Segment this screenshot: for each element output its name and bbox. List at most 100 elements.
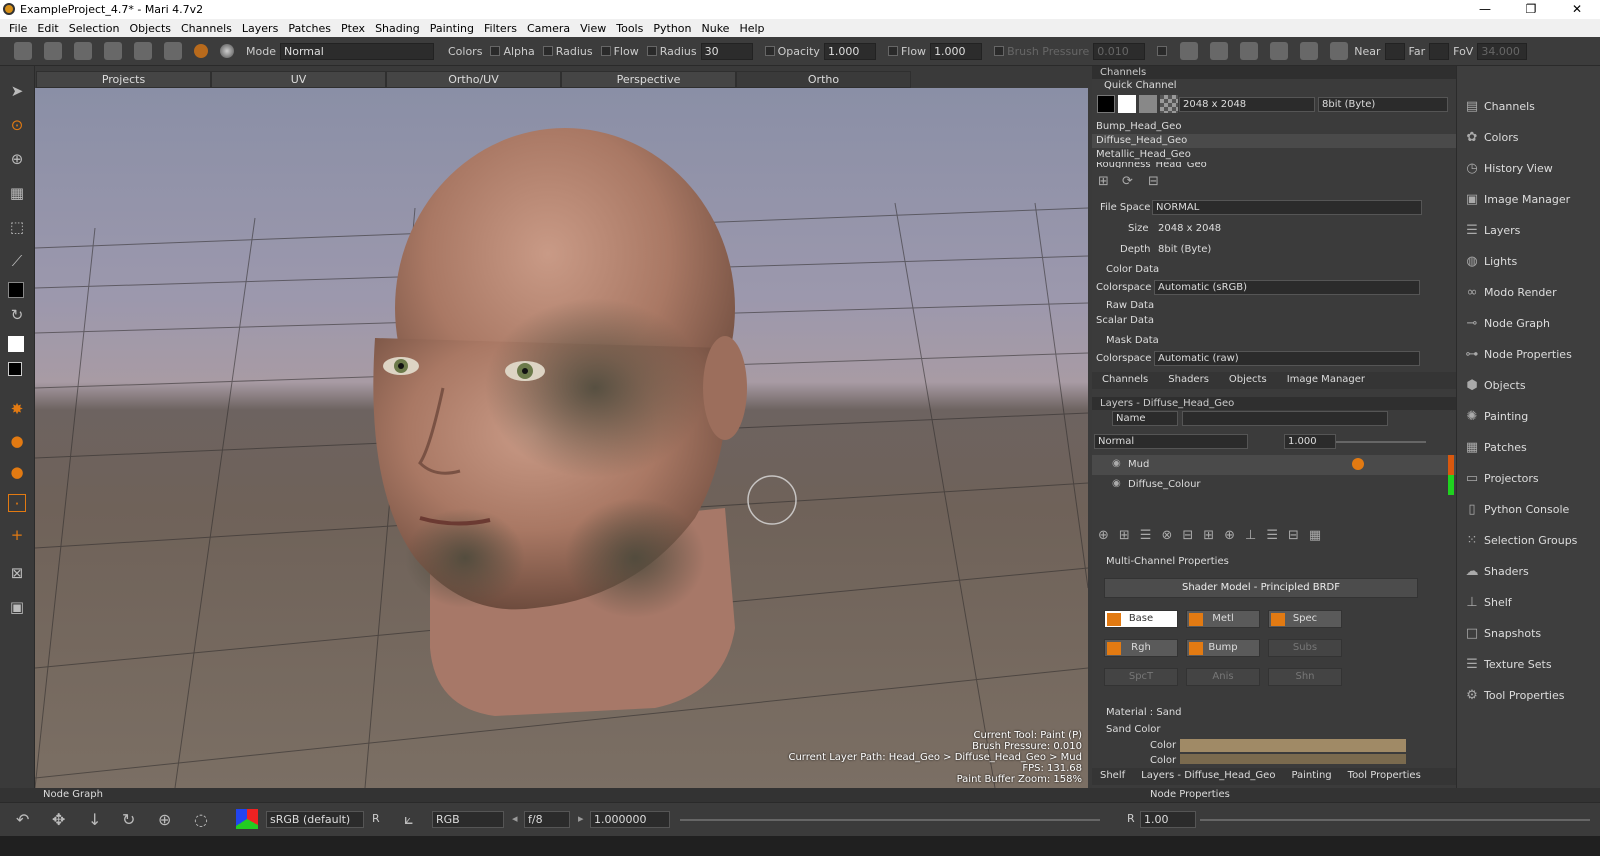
- save-icon[interactable]: [74, 42, 92, 60]
- frame-icon[interactable]: ⊠: [8, 564, 26, 582]
- tab-image-manager[interactable]: Image Manager: [1277, 372, 1375, 389]
- gamma-input[interactable]: 1.00: [1140, 811, 1196, 828]
- near-input[interactable]: [1384, 42, 1405, 60]
- projector-icon[interactable]: [1300, 42, 1319, 60]
- menu-camera[interactable]: Camera: [522, 22, 575, 35]
- mask-colorspace-dropdown[interactable]: Automatic (raw): [1154, 351, 1420, 366]
- tab-uv[interactable]: UV: [211, 71, 386, 88]
- maximize-button[interactable]: ❐: [1508, 0, 1554, 19]
- mirror-icon[interactable]: [1180, 42, 1199, 60]
- menu-help[interactable]: Help: [734, 22, 769, 35]
- paint-icon[interactable]: ⊙: [8, 116, 26, 134]
- paint-tool-icon[interactable]: [194, 44, 208, 58]
- quick-channel-header[interactable]: Quick Channel: [1092, 79, 1456, 93]
- palette-snapshots[interactable]: □ Snapshots: [1457, 619, 1600, 649]
- clone-icon[interactable]: ●: [8, 432, 26, 450]
- anis-channel-button[interactable]: Anis: [1186, 668, 1260, 686]
- layer-item-mud[interactable]: Mud: [1092, 455, 1456, 475]
- base-channel-button[interactable]: Base: [1104, 610, 1178, 628]
- move-icon[interactable]: ✥: [52, 810, 65, 829]
- layer-name-filter-dropdown[interactable]: Name: [1112, 411, 1178, 426]
- refresh-channel-icon[interactable]: ⟳: [1122, 174, 1138, 190]
- menu-patches[interactable]: Patches: [283, 22, 336, 35]
- sphere-icon[interactable]: ●: [8, 463, 26, 481]
- lasso-icon[interactable]: ◌: [194, 810, 208, 829]
- palette-layers[interactable]: ☰ Layers: [1457, 216, 1600, 246]
- fov-input[interactable]: 34.000: [1477, 42, 1528, 60]
- export-icon[interactable]: [134, 42, 152, 60]
- flow-checkbox[interactable]: [646, 46, 657, 56]
- pressure-option-checkbox[interactable]: [1157, 46, 1168, 56]
- gamma-reset-button[interactable]: R: [1127, 812, 1135, 825]
- far-input[interactable]: [1429, 42, 1450, 60]
- menu-objects[interactable]: Objects: [124, 22, 176, 35]
- palette-selection-groups[interactable]: ⁙ Selection Groups: [1457, 526, 1600, 556]
- palette-painting[interactable]: ✺ Painting: [1457, 402, 1600, 432]
- swap-colors-icon[interactable]: ↻: [8, 306, 26, 324]
- pivot-icon[interactable]: +: [8, 526, 26, 544]
- viewer-colorspace-dropdown[interactable]: sRGB (default): [266, 811, 364, 828]
- menu-filters[interactable]: Filters: [479, 22, 522, 35]
- palette-objects[interactable]: ⬢ Objects: [1457, 371, 1600, 401]
- light-icon[interactable]: [1330, 42, 1349, 60]
- opacity-input[interactable]: 1.000: [823, 42, 876, 60]
- color-wheel-icon[interactable]: [236, 809, 258, 829]
- brush-pressure-input[interactable]: 0.010: [1093, 42, 1146, 60]
- colorspace-reset-button[interactable]: R: [372, 812, 380, 825]
- layer-opacity-slider[interactable]: [1336, 441, 1426, 443]
- add-channel-icon[interactable]: ⊞: [1098, 174, 1114, 190]
- sand-color-swatch-2[interactable]: [1180, 754, 1406, 764]
- spct-channel-button[interactable]: SpcT: [1104, 668, 1178, 686]
- palette-texture-sets[interactable]: ☰ Texture Sets: [1457, 650, 1600, 680]
- new-project-icon[interactable]: [14, 42, 32, 60]
- channel-item-bump[interactable]: Bump_Head_Geo: [1092, 120, 1456, 134]
- white-swatch[interactable]: [1118, 95, 1136, 113]
- background-color-swatch[interactable]: [8, 336, 24, 352]
- sand-color-header[interactable]: Sand Color: [1092, 723, 1456, 737]
- palette-node-graph[interactable]: ⊸ Node Graph: [1457, 309, 1600, 339]
- rgh-channel-button[interactable]: Rgh: [1104, 639, 1178, 657]
- flow-input[interactable]: 1.000: [930, 42, 983, 60]
- gray-swatch[interactable]: [1139, 95, 1157, 113]
- fstop-decrease-icon[interactable]: ◂: [512, 812, 518, 825]
- tab-channels[interactable]: Channels: [1092, 372, 1158, 389]
- file-space-dropdown[interactable]: NORMAL: [1152, 200, 1422, 215]
- sand-color-swatch-1[interactable]: [1180, 739, 1406, 752]
- menu-selection[interactable]: Selection: [64, 22, 125, 35]
- mask-data-header[interactable]: Mask Data: [1092, 334, 1456, 348]
- menu-edit[interactable]: Edit: [32, 22, 63, 35]
- channel-view-dropdown[interactable]: RGB: [432, 811, 504, 828]
- menu-shading[interactable]: Shading: [370, 22, 425, 35]
- bump-channel-button[interactable]: Bump: [1186, 639, 1260, 657]
- shader-model-button[interactable]: Shader Model - Principled BRDF: [1104, 578, 1418, 598]
- layer-opacity-input[interactable]: 1.000: [1284, 434, 1336, 449]
- channel-size-dropdown[interactable]: 2048 x 2048: [1179, 97, 1315, 112]
- palette-shaders[interactable]: ☁ Shaders: [1457, 557, 1600, 587]
- tab-shaders[interactable]: Shaders: [1158, 372, 1219, 389]
- exposure-slider[interactable]: [680, 819, 1100, 821]
- 3d-viewport[interactable]: Current Tool: Paint (P) Brush Pressure: …: [35, 88, 1088, 788]
- subs-channel-button[interactable]: Subs: [1268, 639, 1342, 657]
- channel-item-metallic[interactable]: Metallic_Head_Geo: [1092, 148, 1456, 162]
- fstop-input[interactable]: f/8: [524, 811, 570, 828]
- tab-ortho-uv[interactable]: Ortho/UV: [386, 71, 561, 88]
- tab-layers-diffuse[interactable]: Layers - Diffuse_Head_Geo: [1133, 768, 1283, 785]
- grid-icon[interactable]: ▦: [8, 184, 26, 202]
- menu-painting[interactable]: Painting: [425, 22, 479, 35]
- menu-channels[interactable]: Channels: [176, 22, 237, 35]
- channel-item-diffuse[interactable]: Diffuse_Head_Geo: [1092, 134, 1456, 148]
- diffuse-visibility-eye-icon[interactable]: ◉: [1112, 478, 1121, 489]
- palette-projectors[interactable]: ▭ Projectors: [1457, 464, 1600, 494]
- flow2-checkbox[interactable]: [887, 46, 898, 56]
- layer-actions-icons[interactable]: ⊕⊞☰⊗⊟⊞⊕⊥☰⊟▦: [1098, 528, 1398, 546]
- tab-perspective[interactable]: Perspective: [561, 71, 736, 88]
- settings-icon[interactable]: [164, 42, 182, 60]
- node-graph-header[interactable]: Node Graph: [43, 789, 103, 800]
- tab-projects[interactable]: Projects: [36, 71, 211, 88]
- rotate-icon[interactable]: ↻: [122, 810, 135, 829]
- channel-depth-dropdown[interactable]: 8bit (Byte): [1318, 97, 1448, 112]
- tab-painting[interactable]: Painting: [1283, 768, 1339, 785]
- mode-dropdown[interactable]: Normal: [279, 42, 434, 60]
- projection-icon[interactable]: ·: [8, 494, 26, 513]
- palette-patches[interactable]: ▦ Patches: [1457, 433, 1600, 463]
